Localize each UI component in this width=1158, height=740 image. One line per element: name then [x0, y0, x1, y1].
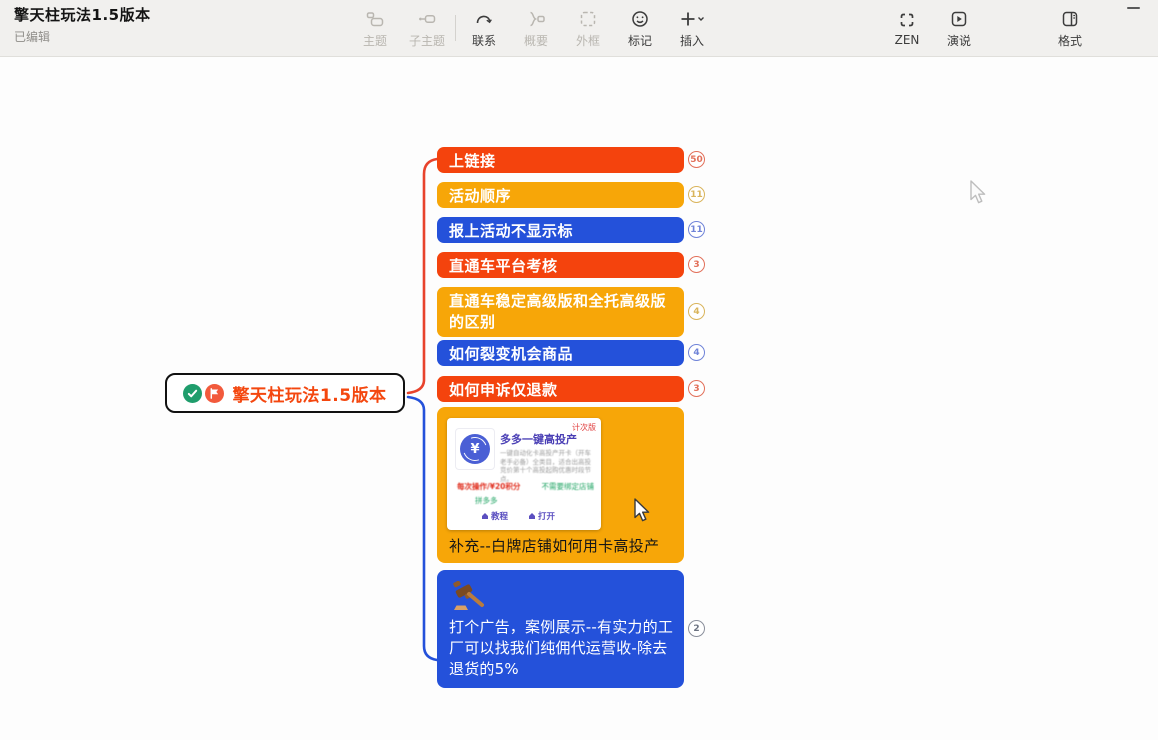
- relation-button[interactable]: 联系: [458, 5, 510, 51]
- root-topic[interactable]: 擎天柱玩法1.5版本: [165, 373, 405, 413]
- present-button[interactable]: 演说: [933, 5, 985, 51]
- toolbar-right-group: ZEN 演说: [881, 5, 985, 51]
- toolbar-button-label: 标记: [628, 32, 652, 49]
- document-title: 擎天柱玩法1.5版本: [14, 4, 151, 25]
- boundary-icon: [578, 8, 598, 30]
- embed-button-label: 打开: [538, 510, 555, 522]
- embed-actions: 教程 打开: [481, 510, 555, 522]
- toolbar-center-group: 主题 子主题 联系 概要: [349, 5, 718, 51]
- summary-button[interactable]: 概要: [510, 5, 562, 51]
- gavel-icon: [452, 581, 490, 617]
- toolbar: 擎天柱玩法1.5版本 已编辑 主题 子主题 联系: [0, 0, 1158, 57]
- insert-button[interactable]: 插入: [666, 5, 718, 51]
- topic-label: 直通车稳定高级版和全托高级版的区别: [449, 292, 666, 331]
- subtopic-icon: [417, 8, 437, 30]
- ghost-cursor: [970, 180, 992, 210]
- child-count-badge[interactable]: 50: [688, 151, 705, 168]
- embed-app-title: 多多一键高投产: [500, 431, 577, 447]
- marker-icon: [630, 8, 650, 30]
- child-count-badge[interactable]: 3: [688, 256, 705, 273]
- tutorial-button: 教程: [481, 510, 508, 522]
- topic-label: 活动顺序: [449, 185, 511, 206]
- toolbar-button-label: 插入: [680, 32, 704, 49]
- topic-label: 报上活动不显示标: [449, 220, 573, 241]
- toolbar-button-label: ZEN: [895, 33, 920, 47]
- embed-button-label: 教程: [491, 510, 508, 522]
- subtopic-button[interactable]: 子主题: [401, 5, 453, 51]
- toolbar-button-label: 联系: [472, 32, 496, 49]
- embed-note: 不需要绑定店铺: [542, 481, 595, 492]
- home-icon: [481, 512, 489, 520]
- document-status: 已编辑: [14, 28, 151, 45]
- topic-label: 打个广告，案例展示--有实力的工厂可以找我们纯佣代运营收-除去退货的5%: [449, 617, 677, 680]
- boundary-button[interactable]: 外框: [562, 5, 614, 51]
- yuan-glyph: ¥: [470, 442, 479, 457]
- topic-node[interactable]: 如何裂变机会商品: [437, 340, 684, 366]
- embed-price: 每次操作/¥20积分: [457, 481, 520, 492]
- title-block: 擎天柱玩法1.5版本 已编辑: [14, 4, 151, 45]
- app-icon-frame: ¥: [455, 428, 495, 470]
- child-count-badge[interactable]: 4: [688, 303, 705, 320]
- toolbar-button-label: 主题: [363, 32, 387, 49]
- insert-icon: [679, 8, 705, 30]
- child-count-badge[interactable]: 11: [688, 221, 705, 238]
- format-button[interactable]: 格式: [1044, 5, 1096, 51]
- relation-icon: [474, 8, 494, 30]
- topic-node[interactable]: 如何申诉仅退款: [437, 376, 684, 402]
- embed-platform: 拼多多: [475, 495, 498, 506]
- marker-button[interactable]: 标记: [614, 5, 666, 51]
- flag-icon[interactable]: [205, 384, 224, 403]
- app-window: 擎天柱玩法1.5版本 已编辑 主题 子主题 联系: [0, 0, 1158, 740]
- child-count-badge[interactable]: 3: [688, 380, 705, 397]
- topic-label: 上链接: [449, 150, 496, 171]
- topic-node[interactable]: 上链接: [437, 147, 684, 173]
- mindmap-canvas[interactable]: 擎天柱玩法1.5版本 上链接 活动顺序 报上活动不显示标 直通车平台考核 直通车…: [0, 57, 1158, 740]
- child-count-badge[interactable]: 4: [688, 344, 705, 361]
- toolbar-button-label: 概要: [524, 32, 548, 49]
- summary-icon: [526, 8, 546, 30]
- zen-button[interactable]: ZEN: [881, 5, 933, 51]
- toolbar-button-label: 演说: [947, 32, 971, 49]
- child-count-badge[interactable]: 11: [688, 186, 705, 203]
- toolbar-button-label: 格式: [1058, 32, 1082, 49]
- topic-node-media-card[interactable]: ¥ 多多一键高投产 计次版 一键自动化卡高投产开卡（开车老手必备）全类目，适合出…: [437, 407, 684, 563]
- open-button: 打开: [528, 510, 555, 522]
- topic-node[interactable]: 报上活动不显示标: [437, 217, 684, 243]
- topic-node[interactable]: 直通车平台考核: [437, 252, 684, 278]
- embedded-screenshot: ¥ 多多一键高投产 计次版 一键自动化卡高投产开卡（开车老手必备）全类目，适合出…: [447, 418, 601, 530]
- embed-description: 一键自动化卡高投产开卡（开车老手必备）全类目，适合出高投竞价第十个高投起购优惠时…: [500, 449, 594, 483]
- topic-node[interactable]: 直通车稳定高级版和全托高级版的区别: [437, 287, 684, 337]
- topic-label: 如何申诉仅退款: [449, 379, 558, 400]
- topic-label: 如何裂变机会商品: [449, 343, 573, 364]
- toolbar-button-label: 外框: [576, 32, 600, 49]
- root-topic-label: 擎天柱玩法1.5版本: [232, 381, 386, 406]
- topic-node[interactable]: 活动顺序: [437, 182, 684, 208]
- check-icon[interactable]: [183, 384, 202, 403]
- zen-icon: [897, 9, 917, 31]
- yuan-app-icon: ¥: [460, 434, 490, 464]
- format-icon: [1060, 8, 1080, 30]
- topic-button[interactable]: 主题: [349, 5, 401, 51]
- topic-node-ad-card[interactable]: 打个广告，案例展示--有实力的工厂可以找我们纯佣代运营收-除去退货的5%: [437, 570, 684, 688]
- toolbar-format-group: 格式: [1044, 5, 1096, 51]
- topic-label: 补充--白牌店铺如何用卡高投产: [449, 535, 659, 556]
- topic-icon: [365, 8, 385, 30]
- home-icon: [528, 512, 536, 520]
- toolbar-divider: [455, 15, 456, 41]
- minimize-button[interactable]: [1127, 7, 1140, 9]
- embed-tag: 计次版: [572, 422, 596, 433]
- topic-label: 直通车平台考核: [449, 255, 558, 276]
- toolbar-button-label: 子主题: [409, 32, 445, 49]
- child-count-badge[interactable]: 2: [688, 620, 705, 637]
- present-icon: [949, 8, 969, 30]
